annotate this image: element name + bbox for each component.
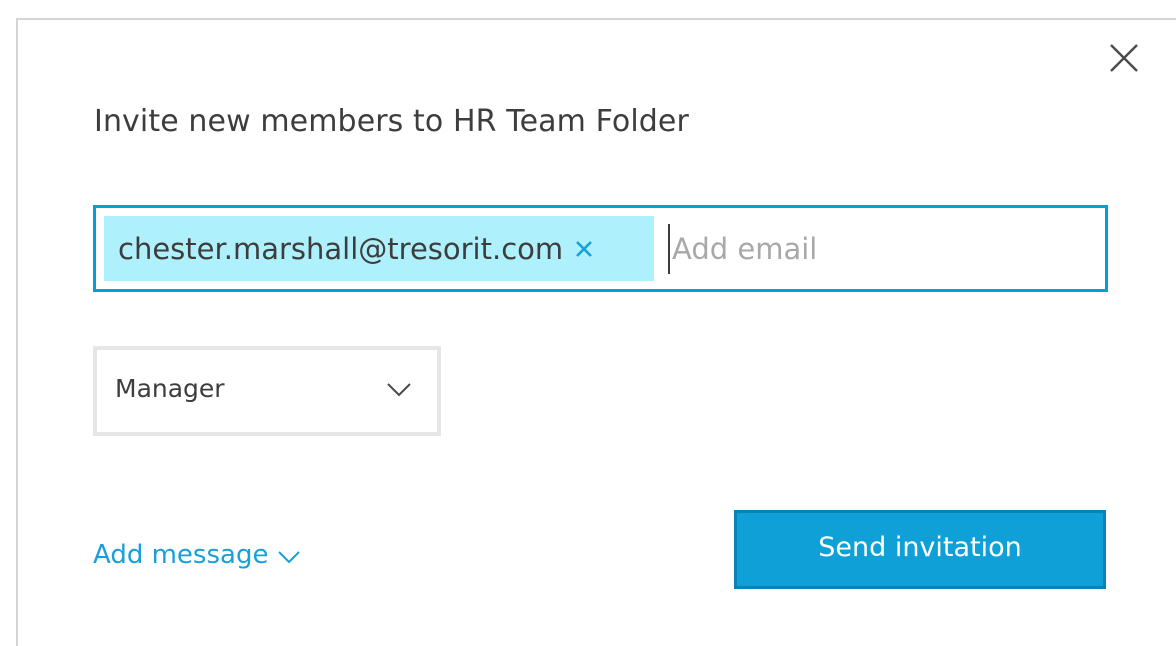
- role-select-value: Manager: [115, 374, 225, 403]
- close-icon: [1110, 44, 1138, 72]
- dialog-title: Invite new members to HR Team Folder: [94, 104, 689, 139]
- invite-dialog: Invite new members to HR Team Folder che…: [0, 0, 1176, 646]
- chevron-down-icon: [387, 383, 411, 397]
- remove-icon[interactable]: [573, 238, 595, 260]
- email-recipients-field[interactable]: chester.marshall@tresorit.com: [93, 205, 1108, 292]
- add-message-label: Add message: [93, 540, 269, 570]
- email-chip: chester.marshall@tresorit.com: [104, 216, 654, 281]
- email-chip-label: chester.marshall@tresorit.com: [118, 231, 564, 266]
- add-message-link[interactable]: Add message: [93, 540, 301, 570]
- dialog-border-top: [16, 18, 1176, 20]
- add-email-input[interactable]: [672, 218, 1092, 280]
- role-select[interactable]: Manager: [93, 346, 441, 436]
- chevron-down-icon: [278, 551, 301, 563]
- close-button[interactable]: [1102, 36, 1146, 80]
- text-cursor: [668, 224, 670, 274]
- dialog-border-left: [16, 18, 18, 646]
- send-invitation-button[interactable]: Send invitation: [734, 510, 1106, 589]
